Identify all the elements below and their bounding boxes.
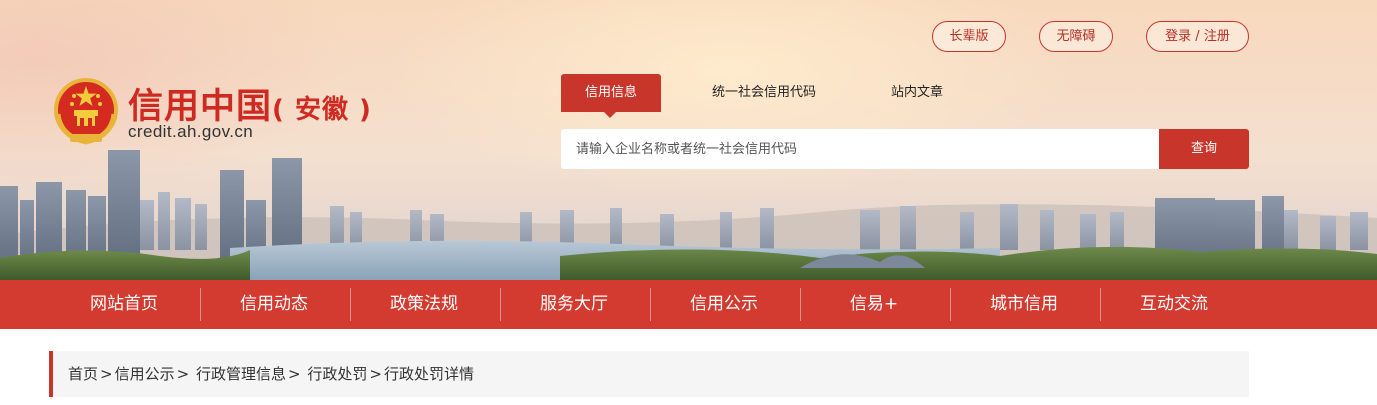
nav-home[interactable]: 网站首页 xyxy=(49,280,199,329)
site-title-region: ( 安徽 ) xyxy=(272,95,372,125)
breadcrumb-admin-penalty[interactable]: 行政处罚 xyxy=(307,365,367,383)
tab-site-articles[interactable]: 站内文章 xyxy=(872,74,962,112)
breadcrumb-separator: > xyxy=(287,365,301,383)
nav-service-hall[interactable]: 服务大厅 xyxy=(499,280,649,329)
national-emblem-icon[interactable] xyxy=(50,74,122,148)
nav-credit-publicity[interactable]: 信用公示 xyxy=(649,280,799,329)
breadcrumb-admin-info[interactable]: 行政管理信息 xyxy=(196,365,286,383)
elder-mode-button[interactable]: 长辈版 xyxy=(932,21,1006,52)
site-url: credit.ah.gov.cn xyxy=(128,122,254,141)
nav-city-credit[interactable]: 城市信用 xyxy=(949,280,1099,329)
nav-credit-news[interactable]: 信用动态 xyxy=(199,280,349,329)
login-register-button[interactable]: 登录 / 注册 xyxy=(1146,21,1249,52)
active-tab-arrow xyxy=(604,112,616,118)
tab-credit-code[interactable]: 统一社会信用代码 xyxy=(696,74,832,112)
nav-interaction[interactable]: 互动交流 xyxy=(1099,280,1249,329)
breadcrumb-credit-publicity[interactable]: 信用公示 xyxy=(115,365,175,383)
breadcrumb-separator: > xyxy=(100,365,113,383)
tab-credit-info[interactable]: 信用信息 xyxy=(561,74,661,118)
nav-xinyi-plus[interactable]: 信易+ xyxy=(799,280,949,329)
breadcrumb-separator: > xyxy=(369,365,382,383)
search-button[interactable]: 查询 xyxy=(1159,129,1249,169)
breadcrumb-current: 行政处罚详情 xyxy=(383,365,474,383)
header-banner: 长辈版 无障碍 登录 / 注册 信用中国( 安徽 ) credit.ah.gov… xyxy=(0,0,1377,280)
breadcrumb: 首页 > 信用公示 > 行政管理信息 > 行政处罚 > 行政处罚详情 xyxy=(49,351,1249,397)
breadcrumb-trail: 首页 > 信用公示 > 行政管理信息 > 行政处罚 > 行政处罚详情 xyxy=(68,351,474,397)
tab-credit-info-label: 信用信息 xyxy=(584,85,637,100)
nav-policies[interactable]: 政策法规 xyxy=(349,280,499,329)
breadcrumb-separator: > xyxy=(176,365,190,383)
breadcrumb-home[interactable]: 首页 xyxy=(68,365,98,383)
main-nav: 网站首页 信用动态 政策法规 服务大厅 信用公示 信易+ 城市信用 互动交流 xyxy=(0,280,1377,329)
search-input[interactable] xyxy=(561,129,1159,169)
accessibility-button[interactable]: 无障碍 xyxy=(1039,21,1113,52)
site-title-main: 信用中国 xyxy=(128,87,273,127)
